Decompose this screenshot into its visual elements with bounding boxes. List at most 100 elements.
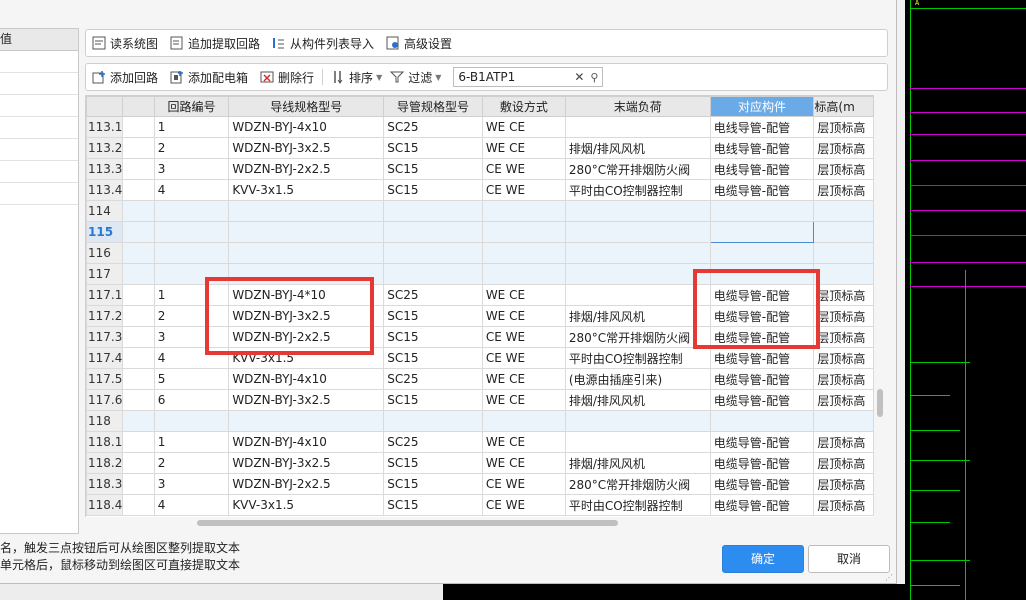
horizontal-scroll-thumb[interactable] [197, 520, 618, 526]
column-header-active[interactable]: 对应构件 [709, 96, 815, 117]
conduit-spec-cell[interactable]: SC25 [383, 116, 483, 138]
component-cell[interactable]: 电缆导管-配管 [709, 326, 815, 348]
end-load-cell[interactable] [564, 116, 711, 138]
wire-spec-cell[interactable]: WDZN-BYJ-3x2.5 [228, 305, 385, 327]
row-checkbox-cell[interactable] [122, 389, 155, 411]
end-load-cell[interactable] [564, 263, 711, 285]
row-number-cell[interactable]: 117 [86, 263, 124, 285]
conduit-spec-cell[interactable]: SC15 [383, 494, 483, 516]
row-number-cell[interactable]: 117.4 [86, 347, 124, 369]
component-cell[interactable] [709, 263, 815, 285]
conduit-spec-cell[interactable] [383, 263, 483, 285]
row-checkbox-cell[interactable] [122, 200, 155, 222]
table-row[interactable]: 117.1 1 WDZN-BYJ-4*10 SC25 WE CE 电缆导管-配管 层顶标高 [86, 284, 874, 306]
row-checkbox-cell[interactable] [122, 305, 155, 327]
loop-number-cell[interactable] [153, 200, 230, 222]
group-row[interactable]: 116 [86, 242, 874, 264]
loop-number-cell[interactable]: 2 [153, 452, 230, 474]
row-number-cell[interactable]: 118 [86, 410, 124, 432]
group-row[interactable]: 117 [86, 263, 874, 285]
table-row[interactable]: 118.2 2 WDZN-BYJ-3x2.5 SC15 WE CE 排烟/排风风机 电缆导管… [86, 452, 874, 474]
end-load-cell[interactable]: 排烟/排风风机 [564, 137, 711, 159]
table-row[interactable]: 118.4 4 KVV-3x1.5 SC15 CE WE 平时由CO控制器控制 电缆导管-配… [86, 494, 874, 516]
table-row[interactable]: 117.3 3 WDZN-BYJ-2x2.5 SC15 CE WE 280°C常开排烟防火… [86, 326, 874, 348]
row-checkbox-cell[interactable] [122, 431, 155, 453]
table-row[interactable]: 117.5 5 WDZN-BYJ-4x10 SC25 WE CE (电源由插座引来) 电缆导… [86, 368, 874, 390]
elevation-cell[interactable]: 层顶标高 [813, 494, 874, 516]
table-row[interactable]: 113.3 3 WDZN-BYJ-2x2.5 SC15 CE WE 280°C常开排烟防火… [86, 158, 874, 180]
row-checkbox-cell[interactable] [122, 452, 155, 474]
table-row[interactable]: 118.3 3 WDZN-BYJ-2x2.5 SC15 CE WE 280°C常开排烟防火… [86, 473, 874, 495]
wire-spec-cell[interactable] [228, 200, 385, 222]
conduit-spec-cell[interactable]: SC25 [383, 431, 483, 453]
laying-method-cell[interactable]: WE CE [481, 389, 566, 411]
loop-number-cell[interactable] [153, 263, 230, 285]
end-load-cell[interactable]: 平时由CO控制器控制 [564, 494, 711, 516]
elevation-cell[interactable]: 层顶标高 [813, 431, 874, 453]
table-row[interactable]: 117.2 2 WDZN-BYJ-3x2.5 SC15 WE CE 排烟/排风风机 电缆导管… [86, 305, 874, 327]
wire-spec-cell[interactable]: WDZN-BYJ-4x10 [228, 116, 385, 138]
wire-spec-cell[interactable]: KVV-3x1.5 [228, 179, 385, 201]
wire-spec-cell[interactable]: WDZN-BYJ-3x2.5 [228, 389, 385, 411]
loop-number-cell[interactable]: 5 [153, 368, 230, 390]
elevation-cell[interactable]: 层顶标高 [813, 368, 874, 390]
end-load-cell[interactable] [564, 242, 711, 264]
clear-icon[interactable]: ✕ [572, 70, 586, 84]
laying-method-cell[interactable]: CE WE [481, 494, 566, 516]
component-cell[interactable] [709, 410, 815, 432]
column-header[interactable]: 末端负荷 [564, 96, 711, 117]
end-load-cell[interactable]: 280°C常开排烟防火阀 [564, 473, 711, 495]
delete-row-button[interactable]: 删除行 [260, 69, 314, 86]
loop-number-cell[interactable]: 4 [153, 494, 230, 516]
component-cell[interactable]: 电缆导管-配管 [709, 284, 815, 306]
component-cell[interactable]: 电线导管-配管 [709, 137, 815, 159]
column-header[interactable]: 导线规格型号 [228, 96, 385, 117]
left-panel-row[interactable] [0, 183, 78, 205]
wire-spec-cell[interactable] [228, 263, 385, 285]
component-cell[interactable]: 电缆导管-配管 [709, 305, 815, 327]
end-load-cell[interactable] [564, 284, 711, 306]
row-number-cell[interactable]: 116 [86, 242, 124, 264]
group-row[interactable]: 114 [86, 200, 874, 222]
component-cell[interactable]: 电缆导管-配管 [709, 452, 815, 474]
wire-spec-cell[interactable] [228, 242, 385, 264]
laying-method-cell[interactable] [481, 242, 566, 264]
conduit-spec-cell[interactable] [383, 410, 483, 432]
conduit-spec-cell[interactable]: SC15 [383, 452, 483, 474]
end-load-cell[interactable]: 排烟/排风风机 [564, 452, 711, 474]
component-cell[interactable] [709, 221, 815, 243]
table-row[interactable]: 118.1 1 WDZN-BYJ-4x10 SC25 WE CE 电缆导管-配管 层顶标高 [86, 431, 874, 453]
laying-method-cell[interactable] [481, 263, 566, 285]
wire-spec-cell[interactable]: WDZN-BYJ-2x2.5 [228, 473, 385, 495]
conduit-spec-cell[interactable] [383, 221, 483, 243]
left-panel-row[interactable] [0, 161, 78, 183]
elevation-cell[interactable]: 层顶标高 [813, 137, 874, 159]
conduit-spec-cell[interactable]: SC25 [383, 368, 483, 390]
laying-method-cell[interactable]: WE CE [481, 116, 566, 138]
row-checkbox-cell[interactable] [122, 179, 155, 201]
elevation-cell[interactable]: 层顶标高 [813, 347, 874, 369]
laying-method-cell[interactable]: WE CE [481, 305, 566, 327]
group-row[interactable]: 115 [86, 221, 874, 243]
loop-number-cell[interactable]: 1 [153, 116, 230, 138]
component-cell[interactable]: 电缆导管-配管 [709, 389, 815, 411]
row-checkbox-cell[interactable] [122, 326, 155, 348]
elevation-cell[interactable] [813, 221, 874, 243]
wire-spec-cell[interactable]: WDZN-BYJ-4x10 [228, 368, 385, 390]
read-system-button[interactable]: 读系统图 [92, 35, 158, 52]
search-input[interactable]: 6-B1ATP1 ✕ ⚲ [453, 67, 604, 87]
wire-spec-cell[interactable]: WDZN-BYJ-4*10 [228, 284, 385, 306]
conduit-spec-cell[interactable]: SC15 [383, 389, 483, 411]
elevation-cell[interactable]: 层顶标高 [813, 473, 874, 495]
loop-number-cell[interactable] [153, 221, 230, 243]
end-load-cell[interactable]: 排烟/排风风机 [564, 389, 711, 411]
row-number-cell[interactable]: 113.2 [86, 137, 124, 159]
conduit-spec-cell[interactable]: SC15 [383, 326, 483, 348]
laying-method-cell[interactable]: CE WE [481, 326, 566, 348]
horizontal-scrollbar[interactable] [85, 517, 886, 529]
wire-spec-cell[interactable]: WDZN-BYJ-3x2.5 [228, 452, 385, 474]
elevation-cell[interactable]: 层顶标高 [813, 389, 874, 411]
row-checkbox-cell[interactable] [122, 284, 155, 306]
wire-spec-cell[interactable] [228, 410, 385, 432]
laying-method-cell[interactable]: WE CE [481, 452, 566, 474]
